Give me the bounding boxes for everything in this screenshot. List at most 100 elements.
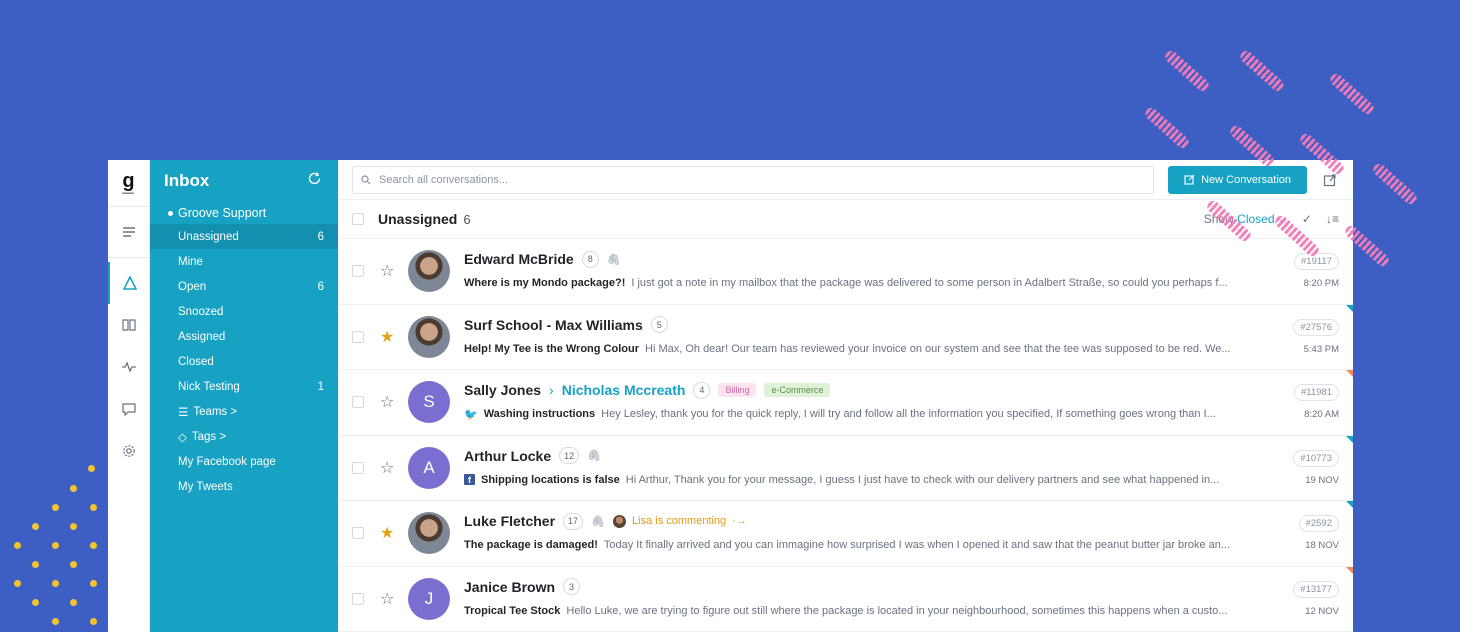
assign-arrow-icon: ›: [549, 382, 554, 399]
sort-icon[interactable]: ↓≡: [1326, 212, 1339, 226]
avatar: J: [408, 577, 450, 620]
message-count: 8: [581, 250, 599, 268]
timestamp: 18 NOV: [1305, 540, 1339, 552]
folder-assigned[interactable]: Assigned: [150, 324, 338, 349]
attachment-icon: 🖇: [606, 253, 621, 266]
star-icon[interactable]: ☆: [380, 458, 398, 478]
avatar: [408, 512, 450, 555]
avatar: [408, 315, 450, 358]
message-count: 3: [563, 578, 581, 596]
row-checkbox[interactable]: [352, 396, 364, 409]
folder-nick-testing[interactable]: Nick Testing 1: [150, 374, 338, 399]
preview: Hi Max, Oh dear! Our team has reviewed y…: [645, 342, 1231, 355]
inbox-nav-icon[interactable]: [108, 262, 150, 304]
folder-snoozed[interactable]: Snoozed: [150, 299, 338, 324]
star-filled-icon[interactable]: ★: [380, 327, 398, 347]
decorative-dots: [0, 460, 110, 632]
account-name[interactable]: Groove Support: [150, 202, 338, 224]
conversation-row[interactable]: ★ Surf School - Max Williams 5 Help! My …: [338, 304, 1353, 371]
search-placeholder: Search all conversations...: [379, 173, 509, 186]
chevron-down-icon: ⌄: [1277, 212, 1288, 227]
star-icon[interactable]: ☆: [380, 392, 398, 412]
message-count: 17: [563, 512, 584, 530]
folder-mine[interactable]: Mine: [150, 249, 338, 274]
timestamp: 5:43 PM: [1303, 343, 1339, 355]
timestamp: 19 NOV: [1305, 474, 1339, 486]
show-filter-dropdown[interactable]: Show Closed ⌄: [1204, 212, 1288, 226]
preview: Hello Luke, we are trying to figure out …: [566, 604, 1228, 617]
list-count: 6: [463, 211, 471, 227]
chat-icon[interactable]: [108, 388, 150, 430]
timestamp: 12 NOV: [1305, 605, 1339, 617]
refresh-icon[interactable]: [307, 171, 322, 191]
folder-teams[interactable]: ☰ Teams >: [150, 399, 338, 424]
conversation-row[interactable]: ☆ A Arthur Locke 12 🖇 f Shipping locatio…: [338, 435, 1353, 502]
unread-marker: [1346, 304, 1353, 312]
preview: Hey Lesley, thank you for the quick repl…: [601, 408, 1216, 421]
sidebar-title: Inbox: [164, 171, 210, 190]
tag-billing[interactable]: Billing: [718, 383, 757, 398]
avatar: S: [408, 381, 450, 424]
ticket-id: #11981: [1294, 384, 1339, 402]
icon-rail: g̲: [108, 160, 150, 632]
commenting-indicator: Lisa is commenting ·→: [613, 514, 747, 528]
message-count: 12: [559, 447, 580, 465]
conversation-row[interactable]: ☆ J Janice Brown 3 Tropical Tee Stock He…: [338, 566, 1353, 632]
folder-unassigned[interactable]: Unassigned 6: [150, 224, 338, 249]
preview: Today It finally arrived and you can imm…: [603, 539, 1231, 552]
conversation-row[interactable]: ☆ Edward McBride 8 🖇 Where is my Mondo p…: [338, 239, 1353, 305]
message-count: 4: [693, 381, 711, 399]
teams-icon: ☰: [178, 406, 189, 419]
folder-facebook[interactable]: My Facebook page: [150, 449, 338, 474]
customer-name: Arthur Locke: [464, 447, 552, 464]
tag-ecommerce[interactable]: e-Commerce: [764, 383, 831, 398]
star-filled-icon[interactable]: ★: [380, 523, 398, 543]
row-checkbox[interactable]: [352, 461, 364, 474]
search-icon: [361, 175, 371, 185]
folder-sidebar: Inbox Groove Support Unassigned 6 Mine Op…: [150, 160, 338, 632]
ticket-id: #10773: [1293, 449, 1339, 467]
folder-tags[interactable]: ◇ Tags >: [150, 424, 338, 449]
row-checkbox[interactable]: [352, 527, 364, 540]
commenter-avatar: [613, 514, 627, 528]
groove-logo-icon[interactable]: g̲: [122, 160, 134, 202]
ticket-id: #19117: [1294, 253, 1339, 271]
subject: Tropical Tee Stock: [464, 604, 561, 617]
topbar: Search all conversations... New Conversa…: [338, 160, 1353, 201]
typing-dots-icon: ·→: [732, 515, 747, 528]
tag-icon: ◇: [178, 431, 187, 444]
unread-marker: [1346, 566, 1353, 574]
activity-icon[interactable]: [108, 346, 150, 388]
export-icon[interactable]: [1321, 171, 1339, 189]
select-all-checkbox[interactable]: [352, 213, 364, 226]
row-checkbox[interactable]: [352, 592, 364, 605]
menu-icon[interactable]: [108, 211, 150, 253]
timestamp: 8:20 AM: [1304, 409, 1339, 421]
conversation-row[interactable]: ★ Luke Fletcher 17 🖇 Lisa is commenting …: [338, 501, 1353, 567]
search-input[interactable]: Search all conversations...: [352, 165, 1155, 194]
folder-open[interactable]: Open 6: [150, 274, 338, 299]
new-conversation-button[interactable]: New Conversation: [1168, 165, 1307, 194]
conversation-row[interactable]: ☆ S Sally Jones › Nicholas Mccreath 4 Bi…: [338, 370, 1353, 436]
star-icon[interactable]: ☆: [380, 589, 398, 609]
subject: Help! My Tee is the Wrong Colour: [464, 342, 639, 355]
row-checkbox[interactable]: [352, 330, 364, 343]
row-checkbox[interactable]: [352, 265, 364, 278]
subject: Where is my Mondo package?!: [464, 277, 626, 290]
main-panel: Search all conversations... New Conversa…: [338, 160, 1353, 632]
folder-closed[interactable]: Closed: [150, 349, 338, 374]
facebook-icon: f: [464, 474, 475, 486]
preview: I just got a note in my mailbox that the…: [631, 277, 1228, 290]
check-icon[interactable]: ✓: [1302, 212, 1312, 226]
unread-marker: [1346, 435, 1353, 443]
assignee-name: Nicholas Mccreath: [561, 382, 686, 399]
ticket-id: #13177: [1293, 580, 1339, 598]
status-dot-icon: [168, 210, 173, 216]
avatar: A: [408, 446, 450, 489]
list-header: Unassigned 6 Show Closed ⌄ ✓ ↓≡: [338, 200, 1353, 240]
settings-gear-icon[interactable]: [108, 430, 150, 472]
customer-name: Surf School - Max Williams: [464, 316, 643, 333]
star-icon[interactable]: ☆: [380, 261, 398, 281]
folder-tweets[interactable]: My Tweets: [150, 474, 338, 499]
knowledge-base-icon[interactable]: [108, 304, 150, 346]
